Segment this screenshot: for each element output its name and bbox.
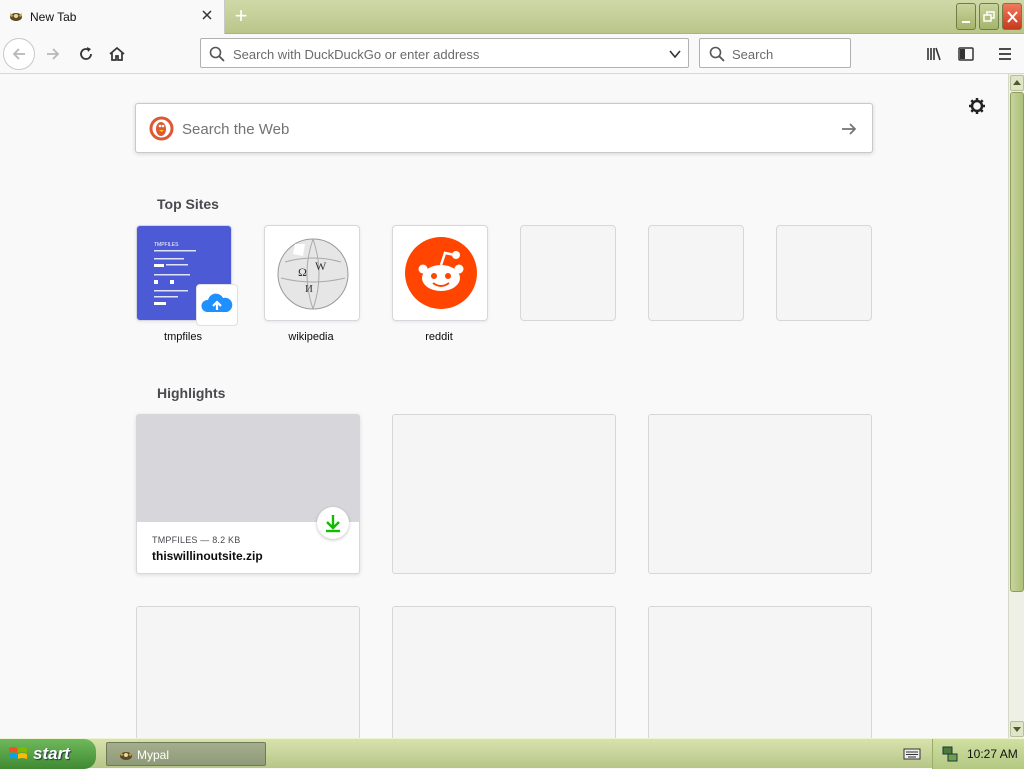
- back-button[interactable]: [3, 38, 35, 70]
- tab-bar: New Tab +: [0, 0, 1024, 34]
- highlight-placeholder: [136, 606, 360, 738]
- download-icon: [326, 515, 340, 533]
- arrow-right-icon[interactable]: [840, 120, 858, 138]
- top-site-empty[interactable]: [776, 225, 872, 321]
- tmpfiles-favicon: [196, 284, 238, 326]
- taskbar-item-mypal[interactable]: Mypal: [106, 742, 266, 766]
- mypal-favicon-icon: [10, 13, 22, 21]
- highlight-filename: thiswillinoutsite.zip: [152, 549, 263, 563]
- vertical-scrollbar[interactable]: [1008, 74, 1024, 738]
- mypal-favicon-icon: [120, 752, 132, 760]
- reload-icon: [80, 47, 92, 60]
- menu-icon: [999, 48, 1011, 60]
- highlight-placeholder: [392, 414, 616, 574]
- system-tray: 10:27 AM: [932, 739, 1024, 769]
- scroll-down-button[interactable]: [1010, 721, 1024, 737]
- highlight-meta: TMPFILES — 8.2 KB: [152, 535, 241, 545]
- address-bar[interactable]: Search with DuckDuckGo or enter address: [200, 38, 689, 68]
- top-site-wikipedia[interactable]: Ω W И: [264, 225, 360, 321]
- keyboard-icon[interactable]: [903, 746, 921, 762]
- gear-icon[interactable]: [966, 95, 988, 117]
- back-arrow-icon: [12, 48, 25, 60]
- highlight-placeholder: [648, 606, 872, 738]
- new-tab-button[interactable]: +: [230, 5, 252, 28]
- highlight-placeholder: [392, 606, 616, 738]
- search-bar-placeholder: Search: [732, 47, 774, 62]
- top-site-empty[interactable]: [520, 225, 616, 321]
- search-icon: [709, 46, 725, 62]
- wikipedia-globe-icon: Ω W И: [277, 238, 349, 310]
- search-icon: [209, 46, 225, 62]
- taskbar-item-label: Mypal: [137, 748, 170, 762]
- duckduckgo-logo-icon: [149, 116, 174, 141]
- clock: 10:27 AM: [967, 747, 1018, 761]
- tab-title: New Tab: [30, 10, 77, 24]
- windows-flag-icon: [9, 747, 27, 759]
- arrow-down-icon: [1013, 727, 1021, 732]
- minimize-button[interactable]: [956, 3, 976, 30]
- top-site-label: reddit: [425, 331, 453, 343]
- taskbar: start Mypal 10:27 AM: [0, 738, 1024, 769]
- home-icon: [109, 46, 125, 61]
- restore-button[interactable]: [979, 3, 999, 30]
- menu-button[interactable]: [989, 38, 1021, 70]
- scroll-thumb[interactable]: [1010, 92, 1024, 592]
- close-window-button[interactable]: [1002, 3, 1022, 30]
- search-bar[interactable]: Search: [699, 38, 851, 68]
- tab-new-tab[interactable]: New Tab: [0, 0, 225, 34]
- close-icon: [1007, 11, 1018, 23]
- reload-button[interactable]: [70, 38, 102, 70]
- highlights-title: Highlights: [157, 385, 226, 401]
- new-tab-page: Search the Web Top Sites TMPFILES tmpfil…: [0, 75, 1008, 738]
- highlight-card[interactable]: TMPFILES — 8.2 KB thiswillinoutsite.zip: [136, 414, 360, 574]
- forward-arrow-icon: [47, 48, 60, 60]
- navigation-toolbar: Search with DuckDuckGo or enter address …: [0, 34, 1024, 74]
- arrow-up-icon: [1013, 80, 1021, 85]
- library-icon: [927, 47, 941, 61]
- restore-icon: [983, 11, 995, 22]
- start-label: start: [33, 744, 70, 763]
- svg-text:W: W: [315, 259, 327, 273]
- web-search-placeholder: Search the Web: [182, 121, 290, 138]
- top-site-label: tmpfiles: [164, 331, 202, 343]
- tab-close-icon[interactable]: [200, 8, 214, 22]
- highlight-thumbnail: [137, 415, 359, 522]
- cloud-upload-icon: [201, 293, 233, 312]
- svg-text:Ω: Ω: [298, 265, 307, 279]
- forward-button[interactable]: [37, 38, 69, 70]
- svg-text:И: И: [305, 283, 313, 295]
- top-site-reddit[interactable]: [392, 225, 488, 321]
- top-site-label: wikipedia: [288, 331, 334, 343]
- tmpfiles-thumbnail-title: TMPFILES: [154, 242, 179, 248]
- download-badge: [317, 507, 349, 539]
- top-site-empty[interactable]: [648, 225, 744, 321]
- top-sites-title: Top Sites: [157, 196, 219, 212]
- sidebar-icon: [958, 47, 974, 61]
- scroll-up-button[interactable]: [1010, 75, 1024, 91]
- network-icon[interactable]: [941, 745, 959, 763]
- chevron-down-icon[interactable]: [668, 47, 682, 61]
- highlight-placeholder: [648, 414, 872, 574]
- reddit-logo-icon: [405, 237, 477, 309]
- home-button[interactable]: [101, 38, 133, 70]
- web-search-box[interactable]: Search the Web: [135, 103, 873, 153]
- sidebar-button[interactable]: [950, 38, 982, 70]
- address-bar-placeholder: Search with DuckDuckGo or enter address: [233, 47, 480, 62]
- minimize-icon: [962, 21, 970, 23]
- library-button[interactable]: [918, 38, 950, 70]
- start-button[interactable]: start: [0, 739, 96, 769]
